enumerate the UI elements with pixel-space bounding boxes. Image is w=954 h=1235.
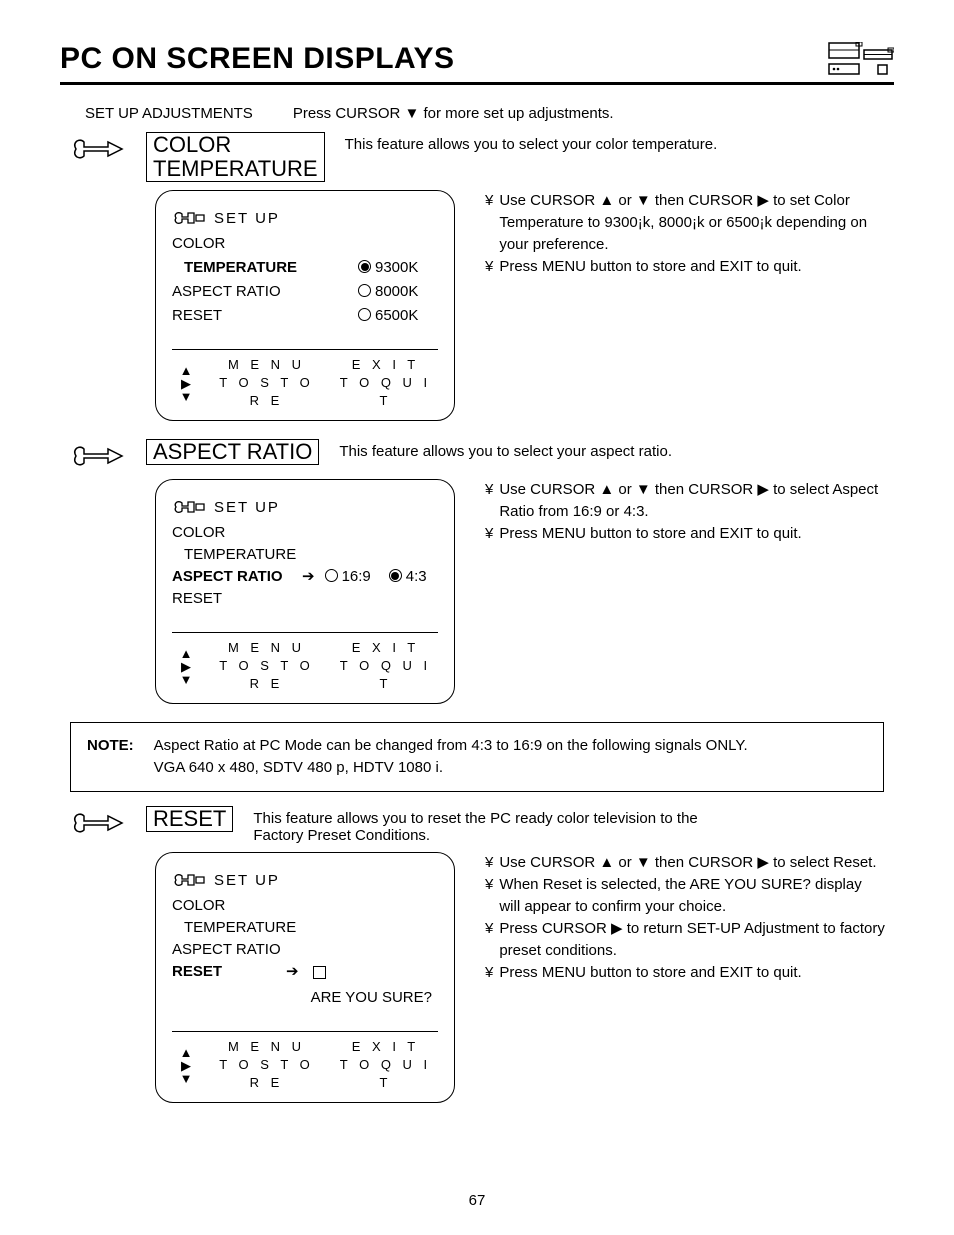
nav-arrows-icon: ▲▶▼	[172, 364, 200, 403]
nav-arrows-icon: ▲▶▼	[172, 1046, 200, 1085]
header-remote-icon	[828, 42, 894, 76]
page-title: PC ON SCREEN DISPLAYS	[60, 42, 454, 76]
are-you-sure-prompt: ARE YOU SURE?	[172, 987, 438, 1009]
bullet-icon: ¥	[485, 523, 493, 545]
ar-item-temperature: TEMPERATURE	[172, 544, 438, 566]
bullet-icon: ¥	[485, 962, 493, 984]
menu-sub: T O S T O R E	[219, 658, 314, 691]
exit-label: E X I T	[352, 1039, 420, 1054]
menu-label: M E N U	[228, 1039, 305, 1054]
reset-label: RESET	[146, 806, 233, 832]
radio-icon	[358, 308, 371, 321]
pointer-icon	[70, 441, 126, 471]
ar-opt-169: 16:9	[325, 566, 371, 588]
nav-arrows-icon: ▲▶▼	[172, 647, 200, 686]
radio-icon	[325, 569, 338, 582]
title-rule	[60, 82, 894, 85]
menu-sub: T O S T O R E	[219, 375, 314, 408]
bullet-icon: ¥	[485, 874, 493, 918]
pointer-icon	[70, 808, 126, 838]
ar-opt-43: 4:3	[389, 566, 427, 588]
page-number: 67	[0, 1192, 954, 1209]
ct-item-color: COLOR	[172, 233, 358, 255]
ct-opt-9300: 9300K	[358, 257, 438, 279]
setup-hint: Press CURSOR ▼ for more set up adjustmen…	[293, 105, 614, 122]
exit-sub: T O Q U I T	[340, 1057, 431, 1090]
note-label: NOTE:	[87, 735, 134, 779]
note-box: NOTE: Aspect Ratio at PC Mode can be cha…	[70, 722, 884, 792]
menu-sub: T O S T O R E	[219, 1057, 314, 1090]
rs-item-aspect: ASPECT RATIO	[172, 939, 438, 961]
rs-item-temperature: TEMPERATURE	[172, 917, 438, 939]
pointer-icon	[70, 134, 126, 164]
screen-ct-header: SET UP	[214, 210, 280, 227]
arrow-right-icon: ➔	[286, 961, 299, 983]
setup-glyph-icon	[172, 209, 206, 227]
exit-label: E X I T	[352, 357, 420, 372]
setup-glyph-icon	[172, 498, 206, 516]
rs-item-reset: RESET	[172, 961, 272, 983]
bullet-icon: ¥	[485, 256, 493, 278]
ct-item-temperature: TEMPERATURE	[172, 257, 358, 279]
exit-sub: T O Q U I T	[340, 375, 431, 408]
ct-item-aspect: ASPECT RATIO	[172, 281, 358, 303]
ct-opt-6500: 6500K	[358, 305, 438, 327]
aspect-ratio-description: This feature allows you to select your a…	[339, 439, 672, 460]
setup-adjustments-label: SET UP ADJUSTMENTS	[85, 105, 253, 122]
screen-ar-header: SET UP	[214, 499, 280, 516]
bullet-icon: ¥	[485, 190, 493, 256]
bullet-icon: ¥	[485, 479, 493, 523]
exit-sub: T O Q U I T	[340, 658, 431, 691]
color-temperature-steps: ¥Use CURSOR ▲ or ▼ then CURSOR ▶ to set …	[485, 190, 885, 278]
ar-item-reset: RESET	[172, 588, 438, 610]
arrow-right-icon: ➔	[302, 566, 315, 588]
menu-label: M E N U	[228, 640, 305, 655]
reset-steps: ¥Use CURSOR ▲ or ▼ then CURSOR ▶ to sele…	[485, 852, 885, 984]
aspect-ratio-steps: ¥Use CURSOR ▲ or ▼ then CURSOR ▶ to sele…	[485, 479, 885, 545]
screen-reset-header: SET UP	[214, 872, 280, 889]
radio-selected-icon	[389, 569, 402, 582]
screen-color-temperature: SET UP COLOR TEMPERATURE 9300K ASPECT RA…	[155, 190, 455, 421]
square-icon	[313, 966, 326, 979]
ar-item-aspect: ASPECT RATIO	[172, 566, 292, 588]
screen-aspect-ratio: SET UP COLOR TEMPERATURE ASPECT RATIO ➔ …	[155, 479, 455, 704]
screen-reset: SET UP COLOR TEMPERATURE ASPECT RATIO RE…	[155, 852, 455, 1103]
note-body: Aspect Ratio at PC Mode can be changed f…	[154, 735, 748, 779]
rs-item-color: COLOR	[172, 895, 438, 917]
reset-description: This feature allows you to reset the PC …	[253, 806, 713, 844]
menu-label: M E N U	[228, 357, 305, 372]
exit-label: E X I T	[352, 640, 420, 655]
color-temperature-label: COLOR TEMPERATURE	[146, 132, 325, 182]
color-temperature-description: This feature allows you to select your c…	[345, 132, 718, 153]
bullet-icon: ¥	[485, 852, 493, 874]
setup-glyph-icon	[172, 871, 206, 889]
ar-item-color: COLOR	[172, 522, 438, 544]
radio-selected-icon	[358, 260, 371, 273]
ct-opt-8000: 8000K	[358, 281, 438, 303]
radio-icon	[358, 284, 371, 297]
bullet-icon: ¥	[485, 918, 493, 962]
aspect-ratio-label: ASPECT RATIO	[146, 439, 319, 465]
ct-item-reset: RESET	[172, 305, 358, 327]
